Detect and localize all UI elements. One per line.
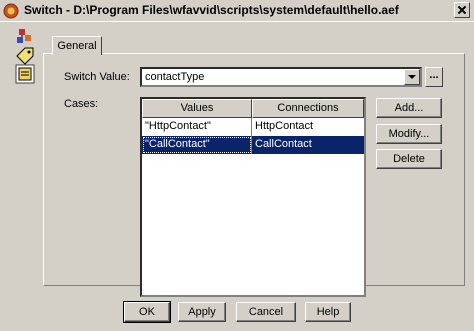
tag-icon[interactable] [13, 46, 37, 66]
modify-button[interactable]: Modify... [376, 124, 442, 144]
switch-value-label: Switch Value: [64, 71, 130, 83]
switch-value-combobox[interactable]: contactType [140, 67, 422, 87]
delete-button[interactable]: Delete [376, 149, 442, 169]
switch-node-icon[interactable] [13, 27, 37, 47]
column-header-connections[interactable]: Connections [252, 99, 364, 118]
connection-cell[interactable]: HttpContact [252, 118, 364, 136]
table-header: Values Connections [142, 99, 364, 118]
value-cell[interactable]: "HttpContact" [142, 118, 252, 136]
apply-button[interactable]: Apply [178, 302, 226, 322]
cancel-button[interactable]: Cancel [236, 302, 296, 322]
switch-value-text: contactType [145, 71, 205, 83]
ok-button[interactable]: OK [123, 301, 171, 323]
title-bar: Switch - D:\Program Files\wfavvid\script… [0, 0, 474, 22]
dropdown-arrow-icon[interactable] [404, 69, 420, 85]
tab-general[interactable]: General [52, 36, 102, 55]
connection-cell[interactable]: CallContact [252, 136, 364, 154]
browse-button[interactable]: ... [425, 67, 443, 87]
cases-table[interactable]: Values Connections "HttpContact" HttpCon… [140, 97, 366, 297]
app-icon [3, 3, 19, 19]
value-cell[interactable]: "CallContact" [142, 136, 252, 154]
help-button[interactable]: Help [305, 302, 351, 322]
add-button[interactable]: Add... [376, 98, 442, 118]
table-row[interactable]: "HttpContact" HttpContact [142, 118, 364, 136]
document-icon[interactable] [13, 64, 37, 84]
cases-label: Cases: [64, 98, 99, 110]
table-row-selected[interactable]: "CallContact" CallContact [142, 136, 364, 154]
column-header-values[interactable]: Values [142, 99, 252, 118]
window-title: Switch - D:\Program Files\wfavvid\script… [24, 3, 399, 17]
close-button[interactable] [454, 2, 470, 18]
